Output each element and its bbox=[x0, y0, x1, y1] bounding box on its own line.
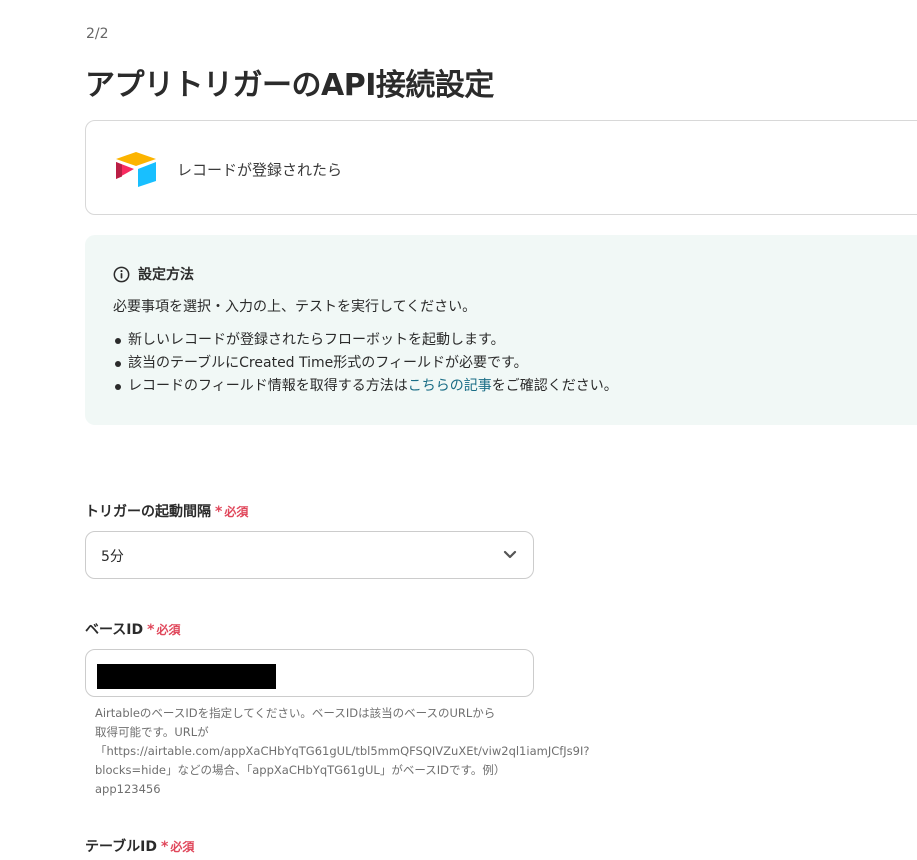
required-star: * bbox=[161, 839, 169, 855]
list-item: 新しいレコードが登録されたらフローボットを起動します。 bbox=[113, 329, 618, 352]
required-star: * bbox=[215, 504, 223, 520]
base-id-input[interactable] bbox=[85, 649, 534, 697]
info-description: 必要事項を選択・入力の上、テストを実行してください。 bbox=[113, 299, 477, 315]
page-title: アプリトリガーのAPI接続設定 bbox=[85, 68, 494, 103]
interval-label-text: トリガーの起動間隔 bbox=[85, 504, 211, 520]
base-id-label: ベースID * 必須 bbox=[85, 619, 180, 639]
table-id-label-text: テーブルID bbox=[85, 839, 157, 855]
airtable-logo-icon bbox=[116, 152, 156, 187]
help-line: 「https://airtable.com/appXaCHbYqTG61gUL/… bbox=[95, 744, 590, 758]
step-indicator: 2/2 bbox=[86, 26, 109, 42]
page: 2/2 アプリトリガーのAPI接続設定 レコードが登録されたら 設定方法 必要事… bbox=[0, 0, 917, 860]
list-item: レコードのフィールド情報を取得する方法はこちらの記事をご確認ください。 bbox=[113, 375, 618, 398]
bullet-text-before: レコードのフィールド情報を取得する方法は bbox=[128, 378, 408, 394]
base-id-help-text: AirtableのベースIDを指定してください。ベースIDは該当のベースのURL… bbox=[95, 704, 595, 799]
info-list: 新しいレコードが登録されたらフローボットを起動します。 該当のテーブルにCrea… bbox=[113, 329, 618, 398]
article-link[interactable]: こちらの記事 bbox=[408, 378, 492, 394]
info-header: 設定方法 bbox=[113, 264, 194, 284]
help-line: AirtableのベースIDを指定してください。ベースIDは該当のベースのURL… bbox=[95, 706, 496, 720]
trigger-name: レコードが登録されたら bbox=[177, 161, 343, 179]
redacted-value bbox=[97, 664, 276, 689]
help-line: app123456 bbox=[95, 782, 161, 796]
help-line: 取得可能です。URLが bbox=[95, 725, 209, 739]
info-title: 設定方法 bbox=[138, 267, 194, 283]
required-badge: 必須 bbox=[170, 840, 195, 854]
required-star: * bbox=[147, 622, 155, 638]
required-badge: 必須 bbox=[224, 505, 249, 519]
app-trigger-card: レコードが登録されたら bbox=[85, 120, 917, 215]
base-id-label-text: ベースID bbox=[85, 622, 144, 638]
help-line: blocks=hide」などの場合、「appXaCHbYqTG61gUL」がベー… bbox=[95, 763, 506, 777]
interval-label: トリガーの起動間隔 * 必須 bbox=[85, 501, 248, 521]
interval-select-value: 5分 bbox=[101, 549, 124, 565]
bullet-text-after: をご確認ください。 bbox=[491, 378, 618, 394]
chevron-down-icon bbox=[503, 550, 517, 559]
interval-select[interactable]: 5分 bbox=[85, 531, 534, 579]
list-item: 該当のテーブルにCreated Time形式のフィールドが必要です。 bbox=[113, 352, 618, 375]
table-id-label: テーブルID * 必須 bbox=[85, 836, 194, 856]
required-badge: 必須 bbox=[156, 623, 181, 637]
setup-info-box: 設定方法 必要事項を選択・入力の上、テストを実行してください。 新しいレコードが… bbox=[85, 235, 917, 425]
info-icon bbox=[113, 266, 130, 282]
